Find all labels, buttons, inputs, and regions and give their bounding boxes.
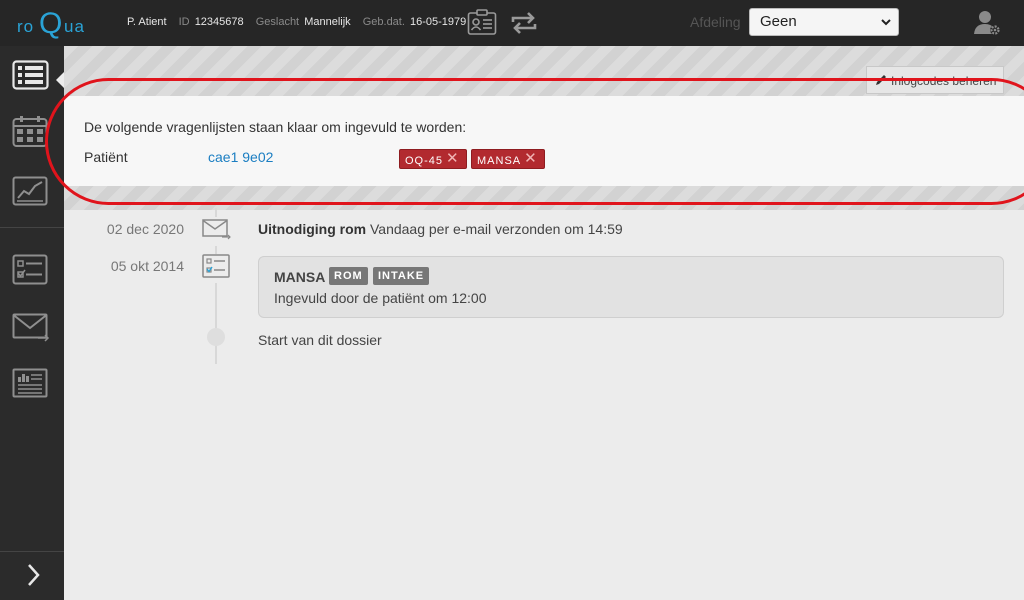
inlogcodes-label: Inlogcodes beheren	[891, 74, 997, 88]
envelope-icon	[202, 217, 232, 246]
card-subtitle: Ingevuld door de patiënt om 12:00	[274, 290, 487, 306]
timeline-entry-title: Uitnodiging rom	[258, 221, 367, 237]
card-title: MANSA	[274, 269, 326, 285]
afdeling-select[interactable]: Geen	[749, 8, 899, 36]
chevron-right-icon	[28, 564, 40, 586]
chevron-down-icon	[880, 15, 892, 33]
pending-message: De volgende vragenlijsten staan klaar om…	[84, 119, 467, 135]
logo-part: ua	[64, 17, 85, 36]
switch-patient-icon[interactable]	[510, 9, 538, 42]
questionnaire-tag: OQ-45 ✕	[399, 149, 467, 169]
gender-value: Mannelijk	[304, 16, 351, 28]
sidebar-item-charts[interactable]	[12, 176, 48, 211]
pencil-icon	[875, 74, 887, 89]
pending-questionnaires-panel: De volgende vragenlijsten staan klaar om…	[64, 96, 1024, 186]
roqua-logo[interactable]: ro Q ua	[17, 7, 99, 40]
timeline-entry-invite: Uitnodiging rom Vandaag per e-mail verzo…	[258, 221, 623, 237]
questionnaire-tag: MANSA ✕	[471, 149, 545, 169]
afdeling-label: Afdeling	[690, 14, 741, 30]
sidebar-item-dossier[interactable]	[12, 60, 49, 95]
chart-icon	[12, 176, 48, 206]
remove-tag-icon[interactable]: ✕	[524, 150, 538, 167]
tag-label: OQ-45	[405, 155, 444, 167]
envelope-icon	[12, 313, 50, 342]
top-bar: ro Q ua P. Atient ID 12345678 Geslacht M…	[0, 0, 1024, 46]
logo-part: ro	[17, 17, 35, 36]
patient-login-link[interactable]: cae1 9e02	[208, 149, 273, 165]
sidebar-divider	[0, 227, 64, 228]
tag-label: MANSA	[477, 155, 522, 167]
dob-value: 16-05-1979	[409, 16, 467, 28]
patient-id-value: 12345678	[194, 16, 244, 28]
logo-part: Q	[39, 7, 63, 40]
sidebar-item-reports[interactable]	[12, 368, 48, 403]
sidebar-expand-button[interactable]	[0, 551, 64, 600]
gender-label: Geslacht	[255, 16, 300, 28]
afdeling-selected-value: Geen	[760, 13, 797, 30]
timeline-date: 05 okt 2014	[110, 258, 184, 274]
patient-card-icon[interactable]	[467, 9, 497, 41]
patient-info: P. Atient ID 12345678 Geslacht Mannelijk…	[127, 16, 466, 28]
patient-id-label: ID	[178, 16, 190, 28]
status-badge: INTAKE	[373, 267, 430, 285]
inlogcodes-button[interactable]: Inlogcodes beheren	[866, 66, 1004, 94]
timeline-entry-text: Vandaag per e-mail verzonden om 14:59	[366, 221, 623, 237]
timeline-entry-card[interactable]: MANSA ROM INTAKE Ingevuld door de patiën…	[258, 256, 1004, 318]
calendar-icon	[12, 116, 48, 147]
sidebar-item-messages[interactable]	[12, 313, 50, 348]
user-settings-icon[interactable]	[972, 8, 1004, 43]
timeline-start-dot	[207, 328, 225, 346]
sidebar-item-questionnaires[interactable]	[12, 254, 48, 291]
main-content: Inlogcodes beheren De volgende vragenlij…	[64, 46, 1024, 600]
dob-label: Geb.dat.	[362, 16, 405, 28]
timeline-date: 02 dec 2020	[106, 221, 184, 237]
status-badge: ROM	[329, 267, 368, 285]
sidebar	[0, 46, 64, 600]
remove-tag-icon[interactable]: ✕	[446, 150, 460, 167]
active-item-pointer	[56, 72, 64, 88]
patient-name: P. Atient	[127, 16, 167, 28]
timeline-start-text: Start van dit dossier	[258, 332, 382, 348]
patient-row-label: Patiënt	[84, 149, 128, 165]
sidebar-item-calendar[interactable]	[12, 116, 48, 153]
dossier-list-icon	[12, 60, 49, 90]
questionnaire-icon	[12, 254, 48, 285]
report-icon	[12, 368, 48, 398]
questionnaire-icon	[202, 254, 230, 283]
